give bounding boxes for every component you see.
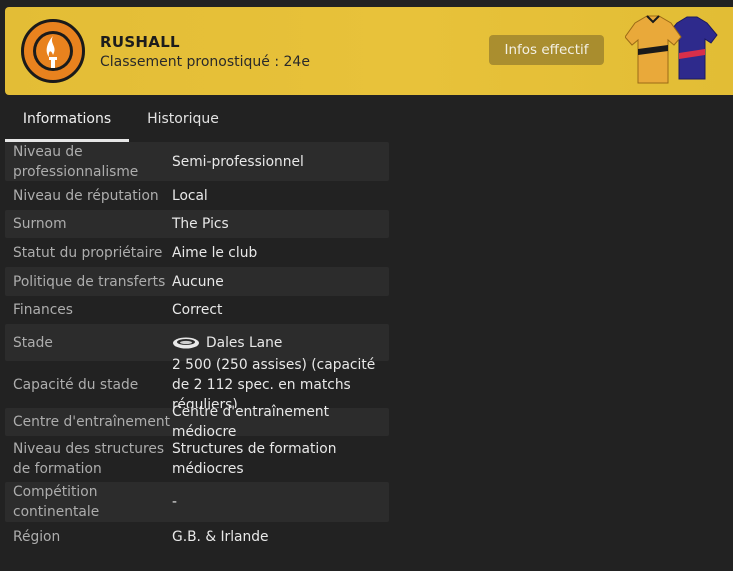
info-row-professionalism: Niveau de professionnalisme Semi-profess… (5, 142, 389, 181)
info-label: Niveau de réputation (13, 187, 159, 204)
tab-historique[interactable]: Historique (135, 104, 231, 142)
club-info-table: Niveau de professionnalisme Semi-profess… (5, 142, 389, 552)
info-label: Finances (13, 302, 73, 318)
info-label: Région (13, 529, 61, 545)
info-label: Surnom (13, 216, 67, 232)
info-row-continental-competition: Compétition continentale - (5, 482, 389, 522)
info-value: G.B. & Irlande (172, 529, 269, 545)
squad-info-button[interactable]: Infos effectif (489, 35, 604, 65)
tab-bar: Informations Historique (5, 104, 385, 142)
info-label: Stade (13, 334, 53, 351)
info-label: Politique de transferts (13, 273, 166, 290)
tab-informations[interactable]: Informations (5, 104, 129, 142)
info-label: Niveau des structures de formation (13, 441, 165, 477)
stadium-icon (173, 337, 199, 348)
info-value: The Pics (172, 216, 229, 232)
info-row-reputation: Niveau de réputation Local (5, 181, 389, 210)
info-row-owner-status: Statut du propriétaire Aime le club (5, 238, 389, 267)
club-header: RUSHALL Classement pronostiqué : 24e Inf… (5, 7, 733, 95)
club-crest-icon (21, 19, 85, 83)
stadium-name[interactable]: Dales Lane (206, 333, 282, 353)
info-row-transfer-policy: Politique de transferts Aucune (5, 267, 389, 296)
info-value: Semi-professionnel (172, 153, 304, 170)
predicted-position: Classement pronostiqué : 24e (100, 54, 310, 70)
club-name: RUSHALL (100, 33, 180, 51)
info-row-nickname: Surnom The Pics (5, 210, 389, 238)
info-value: - (172, 494, 177, 510)
info-value: Dales Lane (172, 333, 389, 353)
info-row-youth-facilities: Niveau des structures de formation Struc… (5, 436, 389, 482)
info-value: Local (172, 187, 208, 204)
info-label: Centre d'entraînement (13, 414, 170, 430)
info-value: Correct (172, 302, 223, 318)
info-label: Niveau de professionnalisme (13, 143, 139, 180)
info-row-region: Région G.B. & Irlande (5, 522, 389, 552)
info-value: Aime le club (172, 244, 258, 261)
info-row-stadium-capacity: Capacité du stade 2 500 (250 assises) (c… (5, 357, 389, 413)
club-kits-icon (624, 13, 725, 89)
info-label: Capacité du stade (13, 376, 139, 393)
info-row-training-centre: Centre d'entraînement Centre d'entraînem… (5, 404, 389, 440)
info-row-finances: Finances Correct (5, 296, 389, 324)
info-value: Structures de formation médiocres (172, 441, 337, 477)
info-label: Statut du propriétaire (13, 244, 163, 261)
info-value: Aucune (172, 273, 224, 290)
info-label: Compétition continentale (13, 484, 100, 520)
